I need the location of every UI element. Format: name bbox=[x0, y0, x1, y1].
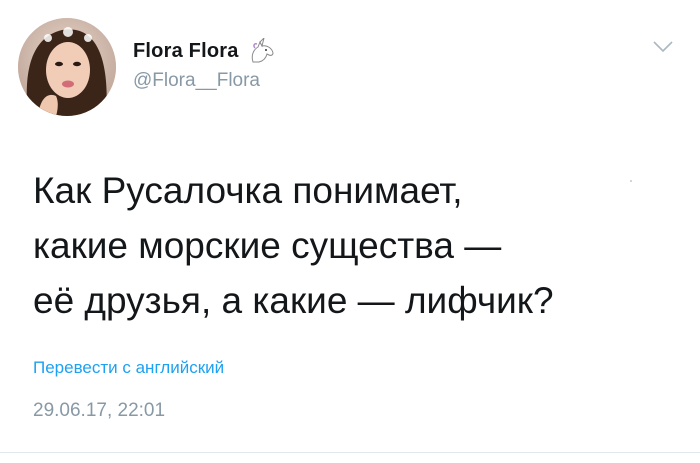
author-handle[interactable]: @Flora__Flora bbox=[133, 70, 260, 92]
timestamp[interactable]: 29.06.17, 22:01 bbox=[33, 400, 165, 422]
tweet-text-line: её друзья, а какие — лифчик? bbox=[33, 280, 554, 321]
tweet-card: Flora Flora @Flora__Flora Как Русалочка … bbox=[0, 0, 700, 463]
translate-link[interactable]: Перевести с английский bbox=[33, 358, 224, 378]
avatar[interactable] bbox=[18, 18, 116, 116]
author-display-name[interactable]: Flora Flora bbox=[133, 40, 239, 63]
tweet-text-line: Как Русалочка понимает, bbox=[33, 170, 463, 211]
tweet-text-line: какие морские существа — bbox=[33, 225, 502, 266]
unicorn-icon bbox=[247, 36, 277, 64]
speck bbox=[630, 180, 632, 182]
divider bbox=[0, 452, 700, 453]
chevron-down-icon[interactable] bbox=[652, 40, 674, 54]
tweet-text: Как Русалочка понимает, какие морские су… bbox=[33, 163, 673, 328]
author-name-row[interactable]: Flora Flora bbox=[133, 36, 277, 64]
